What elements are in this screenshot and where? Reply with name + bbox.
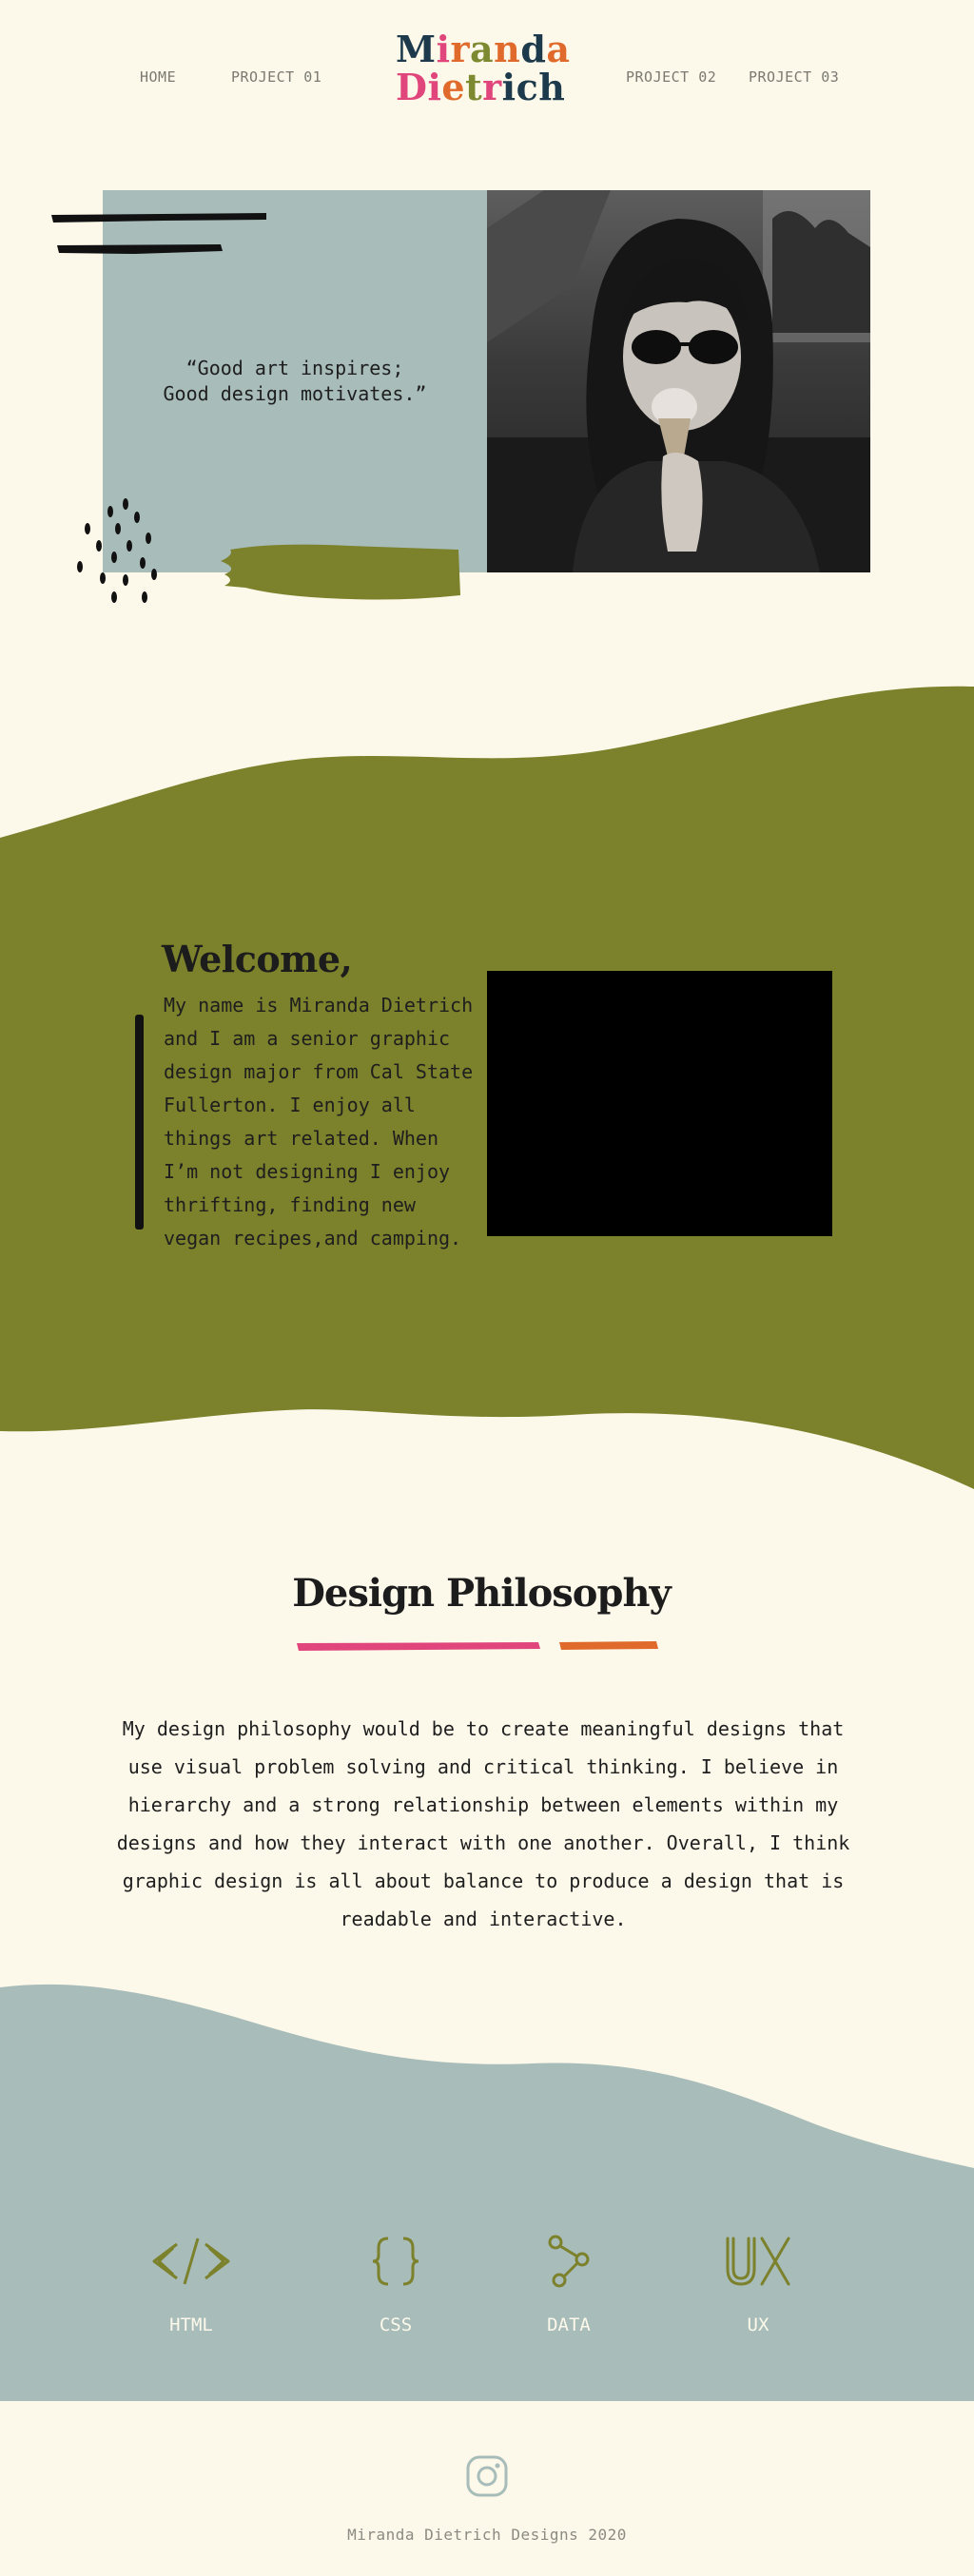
welcome-body: My name is Miranda Dietrich and I am a s… [164,994,474,1249]
skill-data: DATA [502,2233,635,2335]
hero-quote-line-2: Good design motivates.” [163,382,427,405]
logo-first-name: Miranda [396,28,570,70]
logo-first-name-letter: a [470,28,495,70]
data-nodes-icon [548,2235,590,2288]
logo-last-name: Dietrich [396,66,565,108]
logo-first-name-letter: M [396,28,437,70]
logo-first-name-letter: d [520,28,547,70]
hero-quote: “Good art inspires; Good design motivate… [152,356,438,407]
logo-last-name-letter: D [396,66,428,108]
logo-last-name-letter: e [441,66,466,108]
welcome-video[interactable] [487,971,832,1236]
skill-html: HTML [125,2233,258,2335]
philosophy-underline [297,1641,658,1651]
skill-data-label: DATA [547,2315,591,2335]
logo-last-name-letter: c [516,66,539,108]
instagram-icon[interactable] [465,2454,509,2498]
code-brackets-icon [152,2237,230,2285]
curly-braces-icon [372,2237,419,2286]
logo-last-name-letter: t [465,66,483,108]
brush-stroke-lines [51,213,266,254]
skill-css-label: CSS [379,2315,413,2335]
sage-wave-background [0,1984,974,2401]
logo-last-name-letter: i [427,66,442,108]
welcome-accent-bar [135,1015,144,1230]
nav-project-02-link[interactable]: PROJECT 02 [626,68,716,86]
philosophy-title: Design Philosophy [292,1571,672,1616]
logo-first-name-letter: a [546,28,571,70]
nav-project-01-link[interactable]: PROJECT 01 [231,68,321,86]
olive-paint-swipe [221,544,460,600]
skill-ux: UX [692,2233,825,2335]
skill-html-label: HTML [169,2315,213,2335]
nav-home-link[interactable]: HOME [140,68,176,86]
nav-project-03-link[interactable]: PROJECT 03 [749,68,839,86]
logo-last-name-letter: r [482,66,502,108]
footer-copyright: Miranda Dietrich Designs 2020 [347,2526,627,2544]
skill-ux-label: UX [747,2315,769,2335]
philosophy-body: My design philosophy would be to create … [116,1717,850,1930]
ux-icon [726,2237,790,2286]
welcome-title: Welcome, [162,938,353,980]
logo-last-name-letter: i [501,66,516,108]
brush-dots-decoration [77,498,157,603]
hero-portrait-photo [487,190,870,572]
logo-first-name-letter: i [436,28,451,70]
logo-last-name-letter: h [538,66,566,108]
logo-first-name-letter: r [450,28,471,70]
hero-quote-line-1: “Good art inspires; [185,357,404,379]
logo[interactable]: Miranda Dietrich [396,28,570,108]
skill-css: CSS [329,2233,462,2335]
logo-first-name-letter: n [494,28,521,70]
